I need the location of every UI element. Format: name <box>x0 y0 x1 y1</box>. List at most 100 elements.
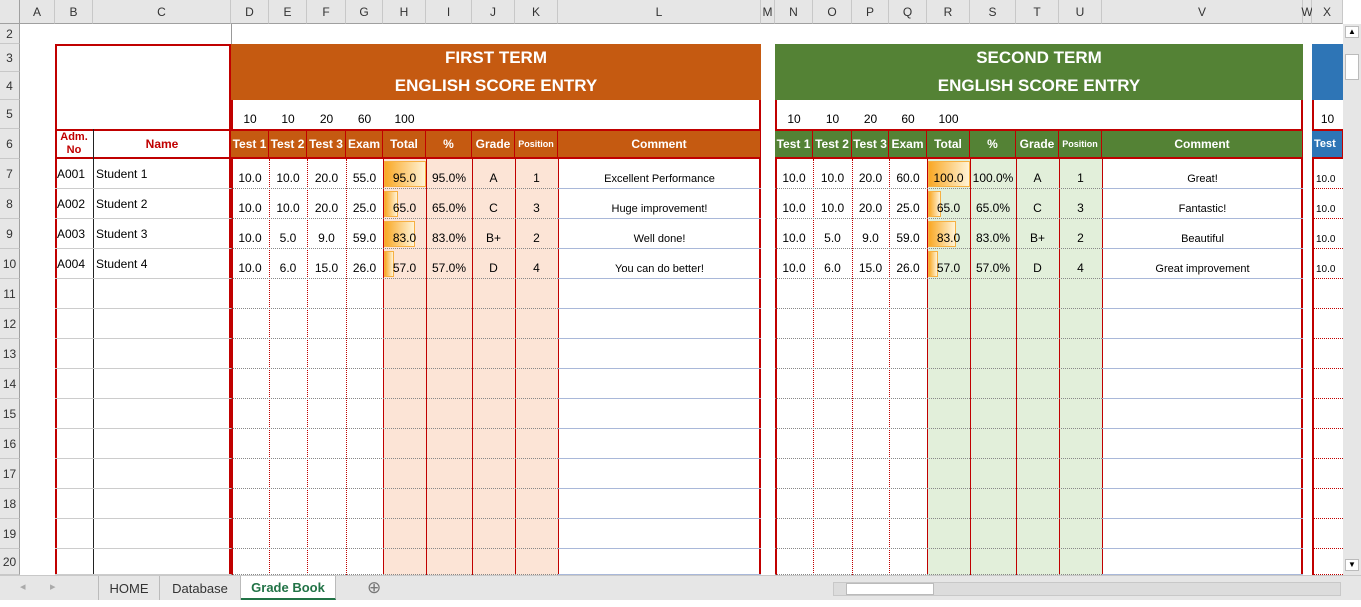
column-header-Q[interactable]: Q <box>889 0 927 24</box>
position-cell[interactable]: 3 <box>1059 189 1102 219</box>
column-header-G[interactable]: G <box>346 0 383 24</box>
row-header-15[interactable]: 15 <box>0 399 20 429</box>
test3-cell[interactable]: 9.0 <box>852 219 889 249</box>
name-cell[interactable]: Student 2 <box>96 189 230 219</box>
row-header-14[interactable]: 14 <box>0 369 20 399</box>
comment-cell[interactable]: Huge improvement! <box>558 189 761 219</box>
test1-cell[interactable]: 10.0 <box>231 159 269 189</box>
column-header-S[interactable]: S <box>970 0 1016 24</box>
column-header-M[interactable]: M <box>761 0 775 24</box>
column-header-V[interactable]: V <box>1102 0 1303 24</box>
test3-cell[interactable]: 20.0 <box>307 189 346 219</box>
column-header-E[interactable]: E <box>269 0 307 24</box>
add-sheet-icon[interactable]: ⊕ <box>367 578 381 598</box>
exam-cell[interactable]: 26.0 <box>889 249 927 279</box>
test1-cell[interactable]: 10.0 <box>231 249 269 279</box>
test3-cell[interactable]: 20.0 <box>852 159 889 189</box>
exam-cell[interactable]: 59.0 <box>889 219 927 249</box>
adm-no-cell[interactable]: A003 <box>57 219 93 249</box>
column-header-L[interactable]: L <box>558 0 761 24</box>
row-header-11[interactable]: 11 <box>0 279 20 309</box>
column-header-R[interactable]: R <box>927 0 970 24</box>
test2-cell[interactable]: 5.0 <box>269 219 307 249</box>
grade-cell[interactable]: C <box>472 189 515 219</box>
position-cell[interactable]: 1 <box>1059 159 1102 189</box>
row-header-12[interactable]: 12 <box>0 309 20 339</box>
column-header-J[interactable]: J <box>472 0 515 24</box>
sheet-tab-database[interactable]: Database <box>160 576 241 600</box>
test1-cell[interactable]: 10.0 <box>1314 159 1343 189</box>
exam-cell[interactable]: 60.0 <box>889 159 927 189</box>
scroll-tabs-left-icon[interactable]: ◂ <box>20 580 26 593</box>
total-cell[interactable]: 65.0 <box>927 189 970 219</box>
column-header-X[interactable]: X <box>1312 0 1343 24</box>
test2-cell[interactable]: 10.0 <box>813 189 852 219</box>
exam-cell[interactable]: 26.0 <box>346 249 383 279</box>
comment-cell[interactable]: Excellent Performance <box>558 159 761 189</box>
percent-cell[interactable]: 95.0% <box>426 159 472 189</box>
column-header-N[interactable]: N <box>775 0 813 24</box>
comment-cell[interactable]: Beautiful <box>1102 219 1303 249</box>
total-cell[interactable]: 95.0 <box>383 159 426 189</box>
row-header-3[interactable]: 3 <box>0 44 20 72</box>
row-header-20[interactable]: 20 <box>0 549 20 575</box>
position-cell[interactable]: 4 <box>1059 249 1102 279</box>
column-header-B[interactable]: B <box>55 0 93 24</box>
percent-cell[interactable]: 57.0% <box>970 249 1016 279</box>
vertical-scrollbar[interactable]: ▲ ▼ <box>1343 24 1361 575</box>
percent-cell[interactable]: 65.0% <box>970 189 1016 219</box>
percent-cell[interactable]: 65.0% <box>426 189 472 219</box>
scroll-up-icon[interactable]: ▲ <box>1345 26 1359 38</box>
total-cell[interactable]: 65.0 <box>383 189 426 219</box>
test1-cell[interactable]: 10.0 <box>775 249 813 279</box>
test1-cell[interactable]: 10.0 <box>1314 219 1343 249</box>
comment-cell[interactable]: Great improvement <box>1102 249 1303 279</box>
percent-cell[interactable]: 83.0% <box>426 219 472 249</box>
row-header-6[interactable]: 6 <box>0 129 20 159</box>
sheet-tab-grade-book[interactable]: Grade Book <box>241 576 336 600</box>
adm-no-cell[interactable]: A004 <box>57 249 93 279</box>
grade-cell[interactable]: B+ <box>472 219 515 249</box>
column-header-C[interactable]: C <box>93 0 231 24</box>
row-header-8[interactable]: 8 <box>0 189 20 219</box>
column-header-D[interactable]: D <box>231 0 269 24</box>
exam-cell[interactable]: 25.0 <box>889 189 927 219</box>
test2-cell[interactable]: 10.0 <box>269 159 307 189</box>
test2-cell[interactable]: 6.0 <box>269 249 307 279</box>
column-header-K[interactable]: K <box>515 0 558 24</box>
comment-cell[interactable]: Fantastic! <box>1102 189 1303 219</box>
test1-cell[interactable]: 10.0 <box>231 219 269 249</box>
sheet-tab-home[interactable]: HOME <box>98 576 160 600</box>
row-header-17[interactable]: 17 <box>0 459 20 489</box>
grade-cell[interactable]: A <box>472 159 515 189</box>
column-header-A[interactable]: A <box>20 0 55 24</box>
scroll-tabs-right-icon[interactable]: ▸ <box>50 580 56 593</box>
column-header-H[interactable]: H <box>383 0 426 24</box>
total-cell[interactable]: 57.0 <box>927 249 970 279</box>
row-header-5[interactable]: 5 <box>0 100 20 129</box>
test2-cell[interactable]: 5.0 <box>813 219 852 249</box>
test1-cell[interactable]: 10.0 <box>775 189 813 219</box>
test1-cell[interactable]: 10.0 <box>1314 249 1343 279</box>
comment-cell[interactable]: You can do better! <box>558 249 761 279</box>
horizontal-scrollbar[interactable] <box>833 582 1341 596</box>
position-cell[interactable]: 3 <box>515 189 558 219</box>
name-cell[interactable]: Student 1 <box>96 159 230 189</box>
row-header-4[interactable]: 4 <box>0 72 20 100</box>
test3-cell[interactable]: 15.0 <box>307 249 346 279</box>
adm-no-cell[interactable]: A002 <box>57 189 93 219</box>
grade-cell[interactable]: D <box>472 249 515 279</box>
position-cell[interactable]: 2 <box>1059 219 1102 249</box>
grade-cell[interactable]: C <box>1016 189 1059 219</box>
total-cell[interactable]: 83.0 <box>927 219 970 249</box>
horizontal-scroll-thumb[interactable] <box>846 583 934 595</box>
percent-cell[interactable]: 83.0% <box>970 219 1016 249</box>
test1-cell[interactable]: 10.0 <box>1314 189 1343 219</box>
test2-cell[interactable]: 6.0 <box>813 249 852 279</box>
column-header-W[interactable]: W <box>1301 0 1313 24</box>
test1-cell[interactable]: 10.0 <box>231 189 269 219</box>
total-cell[interactable]: 100.0 <box>927 159 970 189</box>
test3-cell[interactable]: 9.0 <box>307 219 346 249</box>
percent-cell[interactable]: 57.0% <box>426 249 472 279</box>
exam-cell[interactable]: 59.0 <box>346 219 383 249</box>
